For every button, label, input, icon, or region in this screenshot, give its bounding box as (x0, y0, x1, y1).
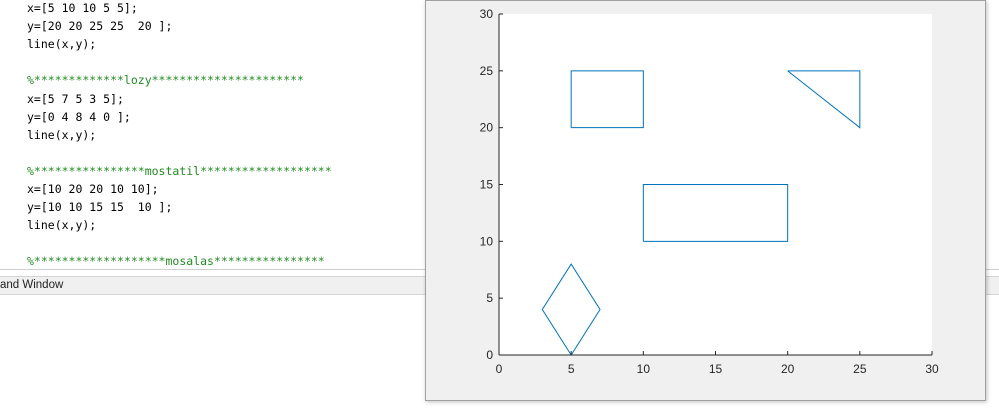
code-line: x=[10 20 20 10 10]; (27, 182, 159, 196)
x-tick-label: 25 (853, 362, 867, 376)
y-tick-label: 25 (480, 64, 494, 78)
x-tick-label: 10 (637, 362, 651, 376)
code-line: line(x,y); (27, 127, 97, 142)
y-tick-label: 0 (486, 348, 493, 362)
y-tick-label: 10 (480, 234, 494, 248)
plot-axes: 0 5 10 15 20 25 30 0 5 10 15 20 25 30 (480, 7, 939, 376)
code-line: x=[5 7 5 3 5]; (27, 91, 124, 106)
code-line: x=[5 10 10 5 5]; (27, 1, 138, 15)
command-window-title: and Window (0, 279, 64, 291)
code-line: line(x,y); (27, 218, 97, 233)
code-line: y=[0 4 8 4 0 ]; (27, 109, 131, 124)
y-tick-label: 15 (480, 178, 494, 192)
x-tick-label: 5 (568, 362, 575, 376)
comment-line: %*************lozy********************** (27, 73, 304, 88)
x-tick-label: 0 (496, 362, 503, 376)
x-tick-label: 30 (925, 362, 939, 376)
comment-line: %*******************mosalas*************… (27, 254, 325, 269)
code-line: line(x,y); (27, 37, 97, 52)
y-tick-label: 20 (480, 121, 494, 135)
code-line: y=[20 20 25 25 20 ]; (27, 19, 173, 34)
comment-line: %****************mostatil***************… (27, 163, 332, 178)
figure-window[interactable]: 0 5 10 15 20 25 30 0 5 10 15 20 25 30 (425, 0, 986, 401)
code-line: y=[10 10 15 15 10 ]; (27, 200, 173, 215)
x-tick-label: 20 (781, 362, 795, 376)
y-tick-label: 30 (480, 7, 494, 21)
y-tick-label: 5 (486, 291, 493, 305)
x-tick-label: 15 (709, 362, 723, 376)
